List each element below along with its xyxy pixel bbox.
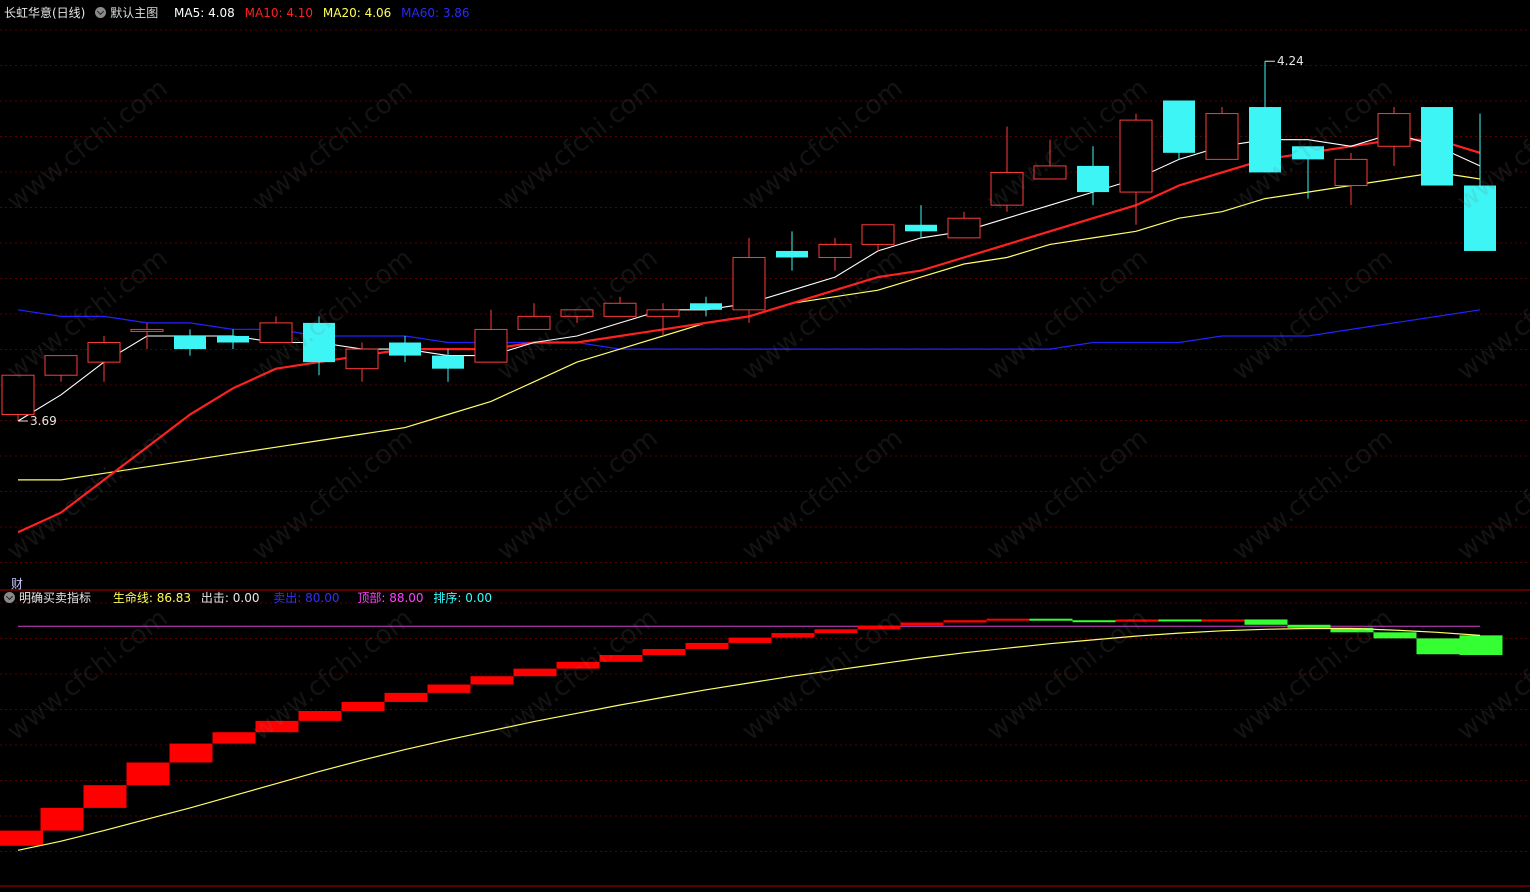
indicator-bar — [728, 637, 772, 643]
indicator-bar — [169, 743, 213, 763]
indicator-bar — [771, 633, 815, 638]
indicator-bar — [814, 629, 858, 634]
candle-body-up — [603, 302, 637, 317]
indicator-bar — [599, 655, 643, 662]
ma5-label: MA5: 4.08 — [174, 6, 235, 20]
candle-body-up — [1334, 158, 1368, 187]
candle-body-down — [776, 250, 808, 258]
candle-body-up — [732, 256, 766, 311]
candle-body-down — [389, 342, 421, 356]
candle-body-down — [690, 303, 722, 310]
candle-body-up — [345, 348, 379, 370]
candle-body-down — [432, 355, 464, 369]
indicator-bar — [685, 642, 729, 649]
indicator-bar — [1244, 619, 1288, 625]
candle-body-down — [1292, 146, 1324, 160]
indicator-bar — [427, 684, 471, 693]
indicator-bar — [1115, 619, 1159, 622]
candle-body-up — [1119, 119, 1153, 193]
candle-body-up — [1, 374, 35, 415]
indicator-bar — [642, 648, 686, 656]
main-label: 默认主图 — [110, 6, 159, 20]
main-header: 长虹华意(日线) 默认主图 MA5: 4.08 MA10: 4.10 MA20:… — [4, 4, 476, 22]
indicator-bar — [1201, 619, 1245, 622]
rank-label: 排序: 0.00 — [433, 591, 492, 605]
indicator-bar — [1287, 624, 1331, 628]
indicator-title: 明确买卖指标 — [19, 591, 92, 605]
candle-body-up — [1033, 165, 1067, 180]
candle-body-up — [861, 224, 895, 245]
candle-body-down — [1249, 107, 1281, 173]
indicator-header: 明确买卖指标 生命线: 86.83 出击: 0.00 卖出: 80.00 顶部:… — [4, 589, 498, 607]
ma20-label: MA20: 4.06 — [322, 6, 392, 20]
top-label: 顶部: 88.00 — [357, 591, 424, 605]
indicator-bar — [943, 620, 987, 623]
kline-chart[interactable]: 4.24 3.69 — [0, 0, 1530, 888]
ma10-label: MA10: 4.10 — [244, 6, 314, 20]
indicator-bar — [40, 807, 84, 831]
indicator-bar — [470, 676, 514, 685]
indicator-bar — [255, 720, 299, 733]
chevron-down-icon[interactable] — [4, 592, 15, 603]
indicator-bar — [1158, 619, 1202, 622]
indicator-bar — [341, 701, 385, 712]
candle-body-up — [517, 315, 551, 330]
indicator-bar — [83, 785, 127, 808]
ma20-line — [18, 171, 1481, 481]
indicator-selector[interactable]: 明确买卖指标 — [4, 591, 97, 605]
main-chart-selector[interactable]: 默认主图 — [95, 6, 164, 20]
indicator-bar — [513, 668, 557, 677]
candle-body-up — [990, 171, 1024, 206]
candle-body-down — [1464, 185, 1496, 251]
indicator-bar — [1029, 618, 1073, 621]
candle-body-up — [44, 355, 78, 376]
indicator-bar — [1416, 638, 1460, 655]
indicator-bar — [384, 692, 428, 702]
candle-body-up — [560, 309, 594, 317]
candle-body-up — [87, 342, 121, 363]
indicator-bar — [900, 622, 944, 626]
indicator-bar — [857, 625, 901, 630]
candle-body-down — [174, 335, 206, 350]
candle-body-up — [1205, 113, 1239, 160]
candle-body-up — [818, 243, 852, 258]
candle-body-down — [1421, 107, 1453, 186]
indicator-bar — [1373, 632, 1417, 639]
candle-body-down — [905, 224, 937, 232]
chevron-down-icon[interactable] — [95, 7, 107, 18]
indicator-bar — [556, 661, 600, 669]
ma60-label: MA60: 3.86 — [401, 6, 470, 20]
indicator-bar — [986, 618, 1030, 621]
stock-title[interactable]: 长虹华意(日线) — [4, 6, 85, 20]
low-price-label: 3.69 — [30, 414, 57, 428]
candle-body-up — [646, 309, 680, 317]
indicator-bar — [212, 732, 256, 744]
candle-body-down — [303, 322, 335, 363]
chart-stage: 4.24 3.69 — [0, 0, 1530, 888]
sell-label: 卖出: 80.00 — [273, 591, 340, 605]
candle-body-down — [1163, 100, 1195, 153]
candle-body-down — [1077, 165, 1109, 193]
indicator-bar — [298, 711, 342, 721]
life-line-label: 生命线: 86.83 — [112, 591, 192, 605]
indicator-bar — [1459, 635, 1503, 656]
candle-body-down — [217, 335, 249, 343]
indicator-bar — [0, 830, 43, 846]
candle-body-up — [130, 328, 164, 332]
candle-body-up — [474, 328, 508, 363]
exit-label: 出击: 0.00 — [200, 591, 260, 605]
high-price-label: 4.24 — [1277, 54, 1304, 68]
candle-body-up — [947, 217, 981, 239]
indicator-bar — [1072, 620, 1116, 623]
indicator-bar — [126, 762, 170, 786]
candle-body-up — [1377, 113, 1411, 147]
candle-body-up — [259, 322, 293, 344]
